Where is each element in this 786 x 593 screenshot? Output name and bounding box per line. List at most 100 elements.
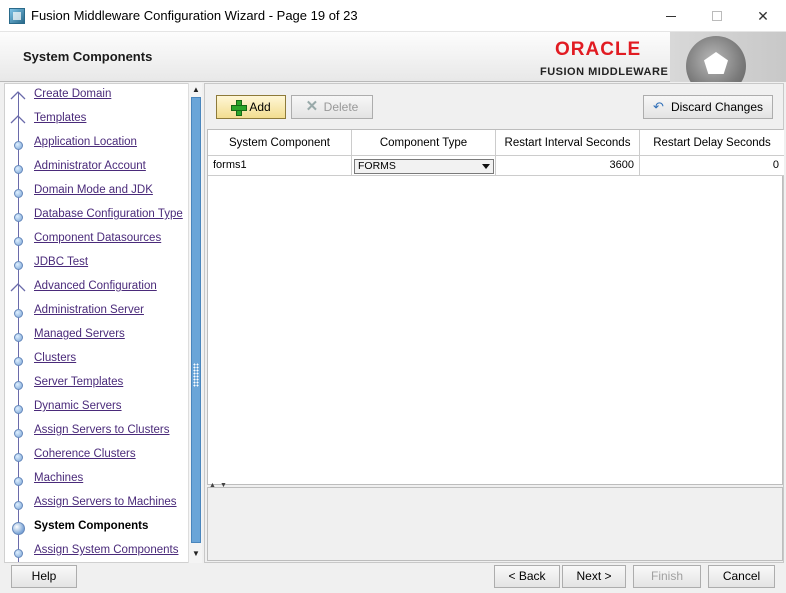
column-header-component-type[interactable]: Component Type <box>352 130 496 156</box>
nav-step-label: Administration Server <box>34 304 144 316</box>
nav-step-label: Application Location <box>34 136 137 148</box>
scroll-grip-icon <box>193 363 199 387</box>
close-button[interactable]: ✕ <box>740 0 786 32</box>
nav-step-database-configuration-type[interactable]: Database Configuration Type <box>5 204 189 228</box>
nav-step-label: Domain Mode and JDK <box>34 184 153 196</box>
step-marker-icon <box>14 357 23 366</box>
details-pane <box>207 487 783 561</box>
page-title: System Components <box>23 49 153 64</box>
system-components-panel: Add ✕ Delete ↶ Discard Changes System Co… <box>204 83 784 563</box>
oracle-logo: ORACLE FUSION MIDDLEWARE <box>535 35 670 79</box>
plus-icon <box>231 100 248 116</box>
nav-step-label: Component Datasources <box>34 232 162 244</box>
wizard-header: System Components ORACLE FUSION MIDDLEWA… <box>0 32 786 82</box>
app-icon <box>9 8 25 24</box>
step-marker-icon <box>14 213 23 222</box>
nav-step-label: Server Templates <box>34 376 124 388</box>
nav-step-label: Dynamic Servers <box>34 400 122 412</box>
nav-step-label: Machines <box>34 472 84 484</box>
current-step-marker-icon <box>12 522 25 535</box>
step-marker-icon <box>14 549 23 558</box>
step-marker-icon <box>14 381 23 390</box>
add-button-label: Add <box>249 100 271 114</box>
step-group-chevron-icon <box>10 91 26 100</box>
cancel-button-label: Cancel <box>722 569 761 583</box>
step-marker-icon <box>14 189 23 198</box>
step-marker-icon <box>14 333 23 342</box>
column-header-restart-interval[interactable]: Restart Interval Seconds <box>496 130 640 156</box>
close-icon: ✕ <box>757 7 769 24</box>
delete-x-icon: ✕ <box>305 98 319 115</box>
nav-step-assign-system-components[interactable]: Assign System Components <box>5 540 189 562</box>
component-type-select[interactable]: FORMS <box>354 159 494 174</box>
nav-step-label: Advanced Configuration <box>34 280 157 292</box>
column-header-system-component[interactable]: System Component <box>208 130 352 156</box>
step-marker-icon <box>14 141 23 150</box>
component-type-value: FORMS <box>358 160 396 172</box>
nav-step-create-domain[interactable]: Create Domain <box>5 84 189 108</box>
next-button[interactable]: Next > <box>562 565 626 588</box>
help-button-label: Help <box>31 569 57 583</box>
step-marker-icon <box>14 261 23 270</box>
nav-step-server-templates[interactable]: Server Templates <box>5 372 189 396</box>
system-components-table: System Component Component Type Restart … <box>207 129 784 485</box>
nav-step-assign-servers-to-clusters[interactable]: Assign Servers to Clusters <box>5 420 189 444</box>
nav-step-application-location[interactable]: Application Location <box>5 132 189 156</box>
nav-step-label: JDBC Test <box>34 256 89 268</box>
minimize-icon <box>666 15 676 17</box>
next-button-label: Next > <box>576 569 612 583</box>
fusion-middleware-wordmark: FUSION MIDDLEWARE <box>540 66 669 78</box>
help-button[interactable]: Help <box>11 565 77 588</box>
scroll-up-icon[interactable]: ▲ <box>191 85 201 95</box>
nav-step-label: Coherence Clusters <box>34 448 136 460</box>
nav-step-machines[interactable]: Machines <box>5 468 189 492</box>
maximize-icon <box>712 11 722 21</box>
step-marker-icon <box>14 309 23 318</box>
step-list-scrollbar[interactable]: ▲ ▼ <box>188 83 202 563</box>
column-header-restart-delay[interactable]: Restart Delay Seconds <box>640 130 784 156</box>
step-group-chevron-icon <box>10 115 26 124</box>
scroll-thumb[interactable] <box>191 97 201 543</box>
nav-step-advanced-configuration[interactable]: Advanced Configuration <box>5 276 189 300</box>
nav-step-component-datasources[interactable]: Component Datasources <box>5 228 189 252</box>
pentagon-emblem-icon <box>686 36 746 82</box>
nav-step-label: Assign Servers to Machines <box>34 496 177 508</box>
nav-step-system-components: System Components <box>5 516 189 540</box>
discard-button-label: Discard Changes <box>670 100 764 114</box>
finish-button: Finish <box>633 565 701 588</box>
nav-step-templates[interactable]: Templates <box>5 108 189 132</box>
nav-step-dynamic-servers[interactable]: Dynamic Servers <box>5 396 189 420</box>
nav-step-label: Assign System Components <box>34 544 179 556</box>
nav-step-coherence-clusters[interactable]: Coherence Clusters <box>5 444 189 468</box>
nav-step-administration-server[interactable]: Administration Server <box>5 300 189 324</box>
delete-button-label: Delete <box>323 100 359 114</box>
nav-step-label: Administrator Account <box>34 160 146 172</box>
cancel-button[interactable]: Cancel <box>708 565 775 588</box>
cell-system-component[interactable]: forms1 <box>208 156 352 176</box>
nav-step-assign-servers-to-machines[interactable]: Assign Servers to Machines <box>5 492 189 516</box>
cell-restart-delay[interactable]: 0 <box>640 156 784 176</box>
back-button[interactable]: < Back <box>494 565 560 588</box>
nav-step-label: Database Configuration Type <box>34 208 183 220</box>
cell-restart-interval[interactable]: 3600 <box>496 156 640 176</box>
nav-step-managed-servers[interactable]: Managed Servers <box>5 324 189 348</box>
scroll-down-icon[interactable]: ▼ <box>191 549 201 559</box>
nav-step-label: Managed Servers <box>34 328 125 340</box>
nav-step-administrator-account[interactable]: Administrator Account <box>5 156 189 180</box>
maximize-button <box>694 0 740 32</box>
add-button[interactable]: Add <box>216 95 286 119</box>
nav-step-domain-mode-and-jdk[interactable]: Domain Mode and JDK <box>5 180 189 204</box>
step-marker-icon <box>14 237 23 246</box>
step-group-chevron-icon <box>10 283 26 292</box>
step-marker-icon <box>14 165 23 174</box>
nav-step-clusters[interactable]: Clusters <box>5 348 189 372</box>
nav-step-label: System Components <box>34 520 149 532</box>
nav-step-label: Clusters <box>34 352 77 364</box>
finish-button-label: Finish <box>650 569 683 583</box>
step-marker-icon <box>14 429 23 438</box>
discard-changes-button[interactable]: ↶ Discard Changes <box>643 95 773 119</box>
nav-step-label: Create Domain <box>34 88 112 100</box>
dropdown-arrow-icon <box>482 164 490 169</box>
nav-step-jdbc-test[interactable]: JDBC Test <box>5 252 189 276</box>
minimize-button[interactable] <box>648 0 694 32</box>
